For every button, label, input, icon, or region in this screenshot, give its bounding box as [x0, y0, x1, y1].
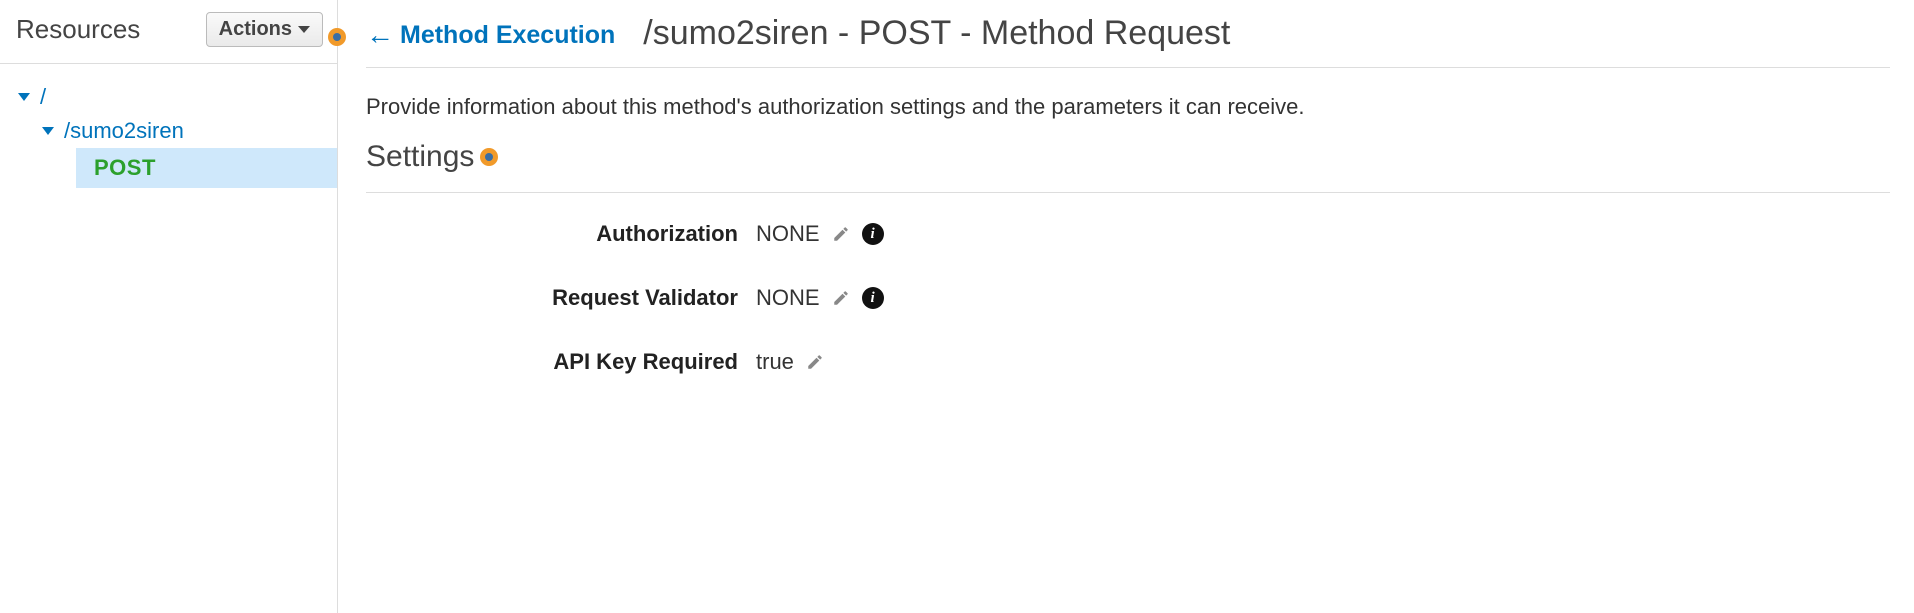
tree-method-label: POST [94, 155, 156, 181]
setting-value-api-key-required: true [756, 349, 826, 375]
setting-label-authorization: Authorization [366, 221, 756, 247]
caret-down-icon [298, 26, 310, 33]
setting-row-api-key-required: API Key Required true [366, 349, 1890, 375]
setting-row-request-validator: Request Validator NONE i [366, 285, 1890, 311]
main-header: ← Method Execution /sumo2siren - POST - … [366, 14, 1890, 68]
settings-section-header: Settings [366, 140, 1890, 193]
method-execution-back-link[interactable]: ← Method Execution [366, 21, 615, 50]
section-indicator-dot-icon[interactable] [480, 148, 498, 166]
setting-label-api-key-required: API Key Required [366, 349, 756, 375]
authorization-value-text: NONE [756, 221, 820, 247]
arrow-left-icon: ← [366, 21, 394, 49]
resources-sidebar: Resources Actions / /sumo2siren POST [0, 0, 338, 613]
actions-button-label: Actions [219, 18, 292, 41]
pane-indicator-dot-icon[interactable] [328, 28, 346, 46]
setting-row-authorization: Authorization NONE i [366, 221, 1890, 247]
tree-method-post[interactable]: POST [76, 148, 337, 188]
pencil-icon[interactable] [830, 223, 852, 245]
pencil-icon[interactable] [804, 351, 826, 373]
settings-section-title: Settings [366, 140, 474, 174]
tree-resource-label: /sumo2siren [64, 118, 184, 144]
setting-value-request-validator: NONE i [756, 285, 884, 311]
triangle-down-icon [42, 127, 54, 135]
main-panel: ← Method Execution /sumo2siren - POST - … [338, 0, 1914, 613]
info-icon[interactable]: i [862, 287, 884, 309]
info-icon[interactable]: i [862, 223, 884, 245]
tree-root-label: / [40, 84, 46, 110]
api-key-required-value-text: true [756, 349, 794, 375]
setting-value-authorization: NONE i [756, 221, 884, 247]
sidebar-header: Resources Actions [0, 12, 337, 64]
request-validator-value-text: NONE [756, 285, 820, 311]
page-title: /sumo2siren - POST - Method Request [643, 14, 1230, 53]
actions-button[interactable]: Actions [206, 12, 323, 47]
pencil-icon[interactable] [830, 287, 852, 309]
sidebar-title: Resources [16, 14, 140, 45]
back-link-label: Method Execution [400, 21, 615, 50]
settings-grid: Authorization NONE i Request Validator N… [366, 193, 1890, 375]
method-description: Provide information about this method's … [366, 68, 1890, 140]
tree-root[interactable]: / [16, 80, 337, 114]
tree-resource[interactable]: /sumo2siren [16, 114, 337, 148]
setting-label-request-validator: Request Validator [366, 285, 756, 311]
resources-tree: / /sumo2siren POST [0, 64, 337, 188]
triangle-down-icon [18, 93, 30, 101]
